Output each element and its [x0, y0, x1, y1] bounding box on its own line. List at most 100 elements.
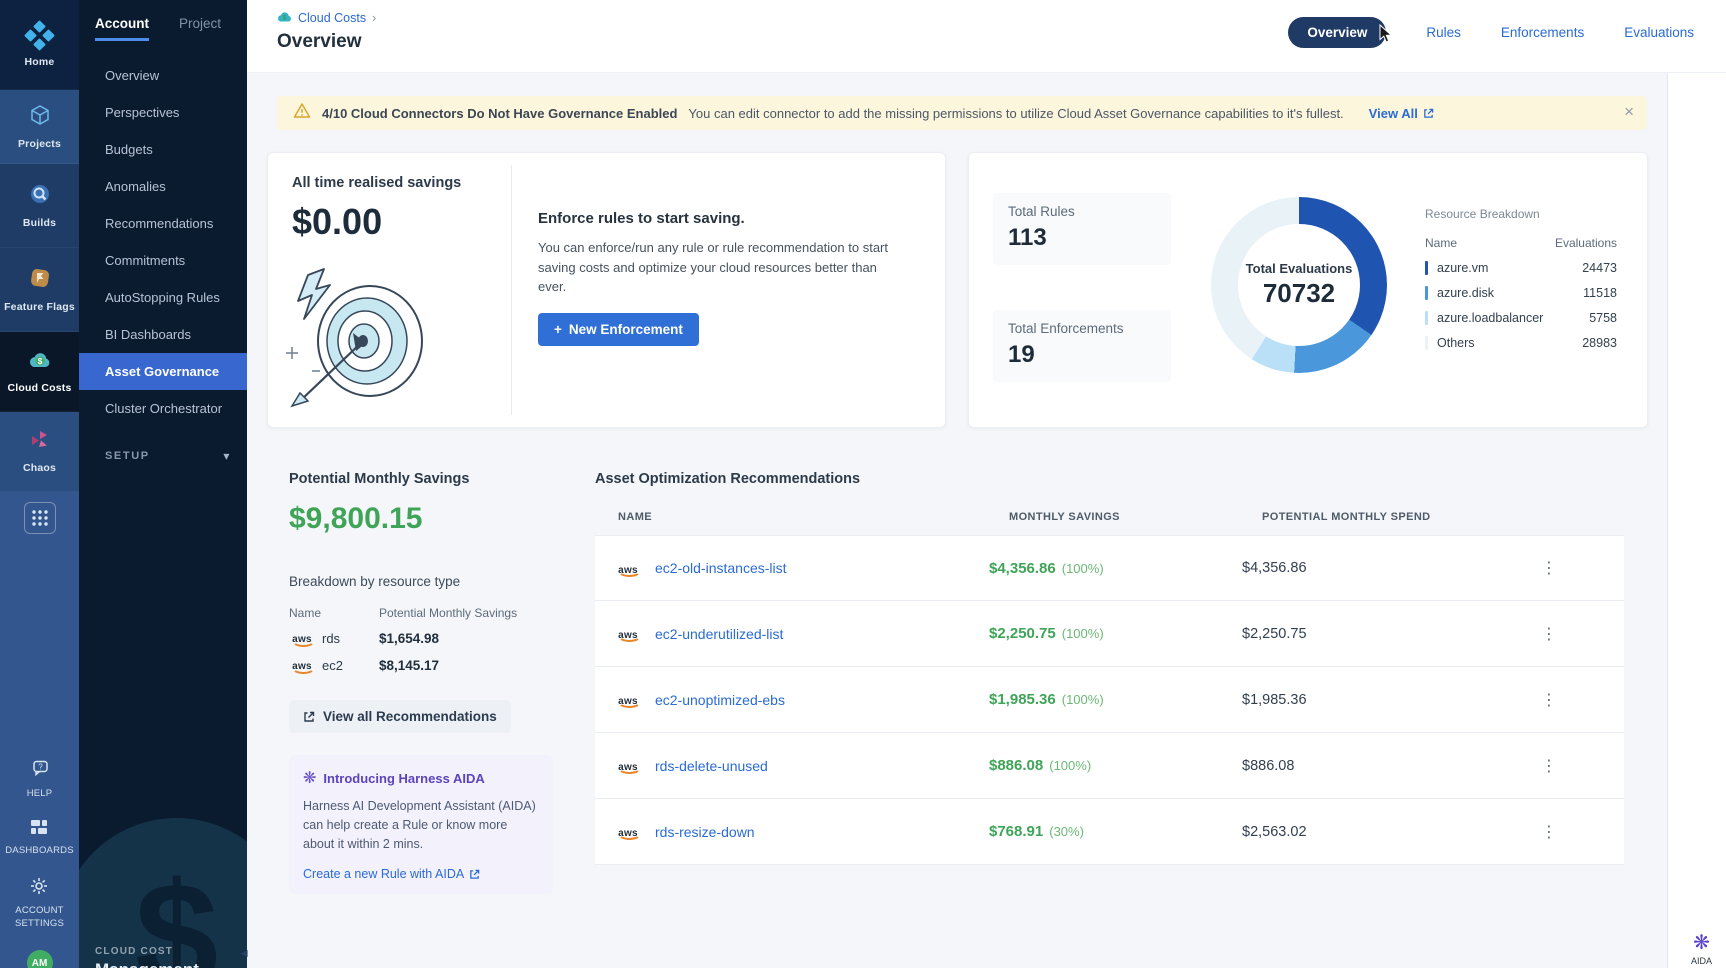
governance-stats-card: Total Rules 113 Total Enforcements 19 To… [968, 152, 1648, 428]
banner-title: 4/10 Cloud Connectors Do Not Have Govern… [322, 106, 677, 121]
realised-savings-amount: $0.00 [292, 201, 382, 243]
nav-module-feature-flags[interactable]: Feature Flags [0, 248, 79, 332]
mouse-cursor [1378, 24, 1393, 49]
sidebar-item-cluster-orchestrator[interactable]: Cluster Orchestrator [79, 390, 247, 427]
module-grid-button[interactable] [24, 502, 56, 534]
account-settings-label-2: SETTINGS [15, 918, 64, 930]
app-root: Home Projects Builds Feature Flags $ Clo… [0, 0, 1726, 968]
donut-center: Total Evaluations 70732 [1238, 224, 1360, 346]
aws-icon: aws [289, 657, 315, 674]
tab-project[interactable]: Project [179, 16, 221, 41]
nav-module-label: Builds [23, 217, 56, 229]
banner-view-all-link[interactable]: View All [1369, 106, 1434, 121]
warning-triangle-icon [293, 102, 311, 124]
recommendation-link[interactable]: ec2-old-instances-list [655, 560, 787, 576]
page-tabs: Overview Rules Enforcements Evaluations [1288, 17, 1694, 48]
recommendation-link[interactable]: rds-delete-unused [655, 758, 768, 774]
aida-body: Harness AI Development Assistant (AIDA) … [303, 797, 539, 853]
legend-swatch [1425, 261, 1428, 275]
dashboards-button[interactable]: DASHBOARDS [5, 819, 74, 857]
card-divider [511, 165, 512, 415]
realised-savings-card: All time realised savings $0.00 [267, 152, 946, 428]
sidebar-item-bi-dashboards[interactable]: BI Dashboards [79, 316, 247, 353]
help-label: HELP [27, 788, 53, 800]
help-button[interactable]: ? HELP [27, 760, 53, 800]
sidebar-collapse-handle[interactable]: ◄ [238, 946, 250, 960]
sidebar-item-perspectives[interactable]: Perspectives [79, 94, 247, 131]
help-chat-icon: ? [30, 760, 50, 783]
sidebar-item-autostopping-rules[interactable]: AutoStopping Rules [79, 279, 247, 316]
evaluations-donut-chart: Total Evaluations 70732 [1211, 197, 1387, 373]
breakdown-by-resource-label: Breakdown by resource type [289, 574, 555, 589]
donut-center-label: Total Evaluations [1246, 261, 1353, 276]
tab-account[interactable]: Account [95, 16, 149, 41]
recommendation-link[interactable]: ec2-underutilized-list [655, 626, 783, 642]
tab-rules[interactable]: Rules [1426, 25, 1461, 40]
user-avatar[interactable]: AM [27, 950, 53, 968]
row-menu-kebab-icon[interactable]: ⋮ [1533, 818, 1565, 846]
sidebar-item-budgets[interactable]: Budgets [79, 131, 247, 168]
main-area: $ Cloud Costs › Overview Overview Rules … [247, 0, 1726, 968]
row-menu-kebab-icon[interactable]: ⋮ [1533, 554, 1565, 582]
asset-optimization-table: Asset Optimization Recommendations NAME … [595, 471, 1624, 865]
tab-enforcements[interactable]: Enforcements [1501, 25, 1584, 40]
chaos-icon [29, 430, 51, 455]
nav-module-builds[interactable]: Builds [0, 164, 79, 248]
module-name-line1: CLOUD COST [95, 946, 199, 957]
sidebar-item-recommendations[interactable]: Recommendations [79, 205, 247, 242]
recommendation-link[interactable]: rds-resize-down [655, 824, 755, 840]
recommendations-title: Asset Optimization Recommendations [595, 471, 1624, 487]
legend-swatch [1425, 311, 1428, 325]
aida-create-rule-link[interactable]: Create a new Rule with AIDA [303, 867, 539, 881]
external-link-icon [303, 711, 315, 723]
nav-module-projects[interactable]: Projects [0, 90, 79, 164]
sidebar-item-overview[interactable]: Overview [79, 57, 247, 94]
new-enforcement-button[interactable]: + New Enforcement [538, 313, 699, 346]
aida-sparkle-icon: ❋ [1693, 930, 1710, 955]
sidebar-item-asset-governance[interactable]: Asset Governance [79, 353, 247, 390]
sidebar-item-commitments[interactable]: Commitments [79, 242, 247, 279]
recommendation-link[interactable]: ec2-unoptimized-ebs [655, 692, 785, 708]
breakdown-header: NamePotential Monthly Savings [289, 606, 555, 620]
cube-icon [29, 104, 51, 131]
external-link-icon [469, 869, 480, 880]
total-enforcements-label: Total Enforcements [1008, 321, 1156, 336]
legend-row: azure.disk 11518 [1425, 286, 1617, 300]
sidebar-setup-section[interactable]: SETUP ▾ [79, 449, 247, 463]
svg-text:$: $ [37, 356, 42, 366]
total-rules-value: 113 [1008, 224, 1156, 252]
page-header: $ Cloud Costs › Overview Overview Rules … [247, 0, 1726, 73]
aida-fab[interactable]: ❋ AIDA [1691, 930, 1712, 966]
row-menu-kebab-icon[interactable]: ⋮ [1533, 620, 1565, 648]
nav-module-label: Home [25, 56, 55, 68]
view-all-recommendations-button[interactable]: View all Recommendations [289, 700, 511, 733]
banner-close-icon[interactable]: × [1624, 102, 1634, 122]
nav-module-label: Chaos [23, 462, 56, 474]
sidebar-menu: Overview Perspectives Budgets Anomalies … [79, 57, 247, 427]
sidebar-scope-tabs: Account Project [79, 0, 247, 41]
potential-savings-title: Potential Monthly Savings [289, 471, 555, 487]
nav-module-home[interactable]: Home [0, 0, 79, 90]
aws-icon: aws [615, 823, 641, 840]
legend-row: azure.vm 24473 [1425, 261, 1617, 275]
grid-icon [31, 509, 49, 527]
row-menu-kebab-icon[interactable]: ⋮ [1533, 752, 1565, 780]
account-settings-button[interactable]: ACCOUNT SETTINGS [15, 877, 64, 930]
banner-message: You can edit connector to add the missin… [688, 106, 1343, 121]
cloud-costs-sidebar: Account Project Overview Perspectives Bu… [79, 0, 247, 968]
legend-swatch [1425, 286, 1428, 300]
page-title: Overview [277, 31, 362, 53]
nav-module-cloud-costs[interactable]: $ Cloud Costs [0, 332, 79, 412]
aida-fab-label: AIDA [1691, 956, 1712, 966]
donut-center-value: 70732 [1263, 278, 1335, 309]
aws-icon: aws [615, 691, 641, 708]
nav-module-chaos[interactable]: Chaos [0, 412, 79, 492]
tab-evaluations[interactable]: Evaluations [1624, 25, 1694, 40]
tab-overview[interactable]: Overview [1288, 17, 1386, 48]
breakdown-row: awsrds $1,654.98 [289, 630, 555, 647]
row-menu-kebab-icon[interactable]: ⋮ [1533, 686, 1565, 714]
svg-text:?: ? [38, 762, 43, 771]
potential-savings-amount: $9,800.15 [289, 502, 555, 536]
sidebar-item-anomalies[interactable]: Anomalies [79, 168, 247, 205]
breadcrumb-cloud-costs-link[interactable]: Cloud Costs [298, 11, 366, 25]
